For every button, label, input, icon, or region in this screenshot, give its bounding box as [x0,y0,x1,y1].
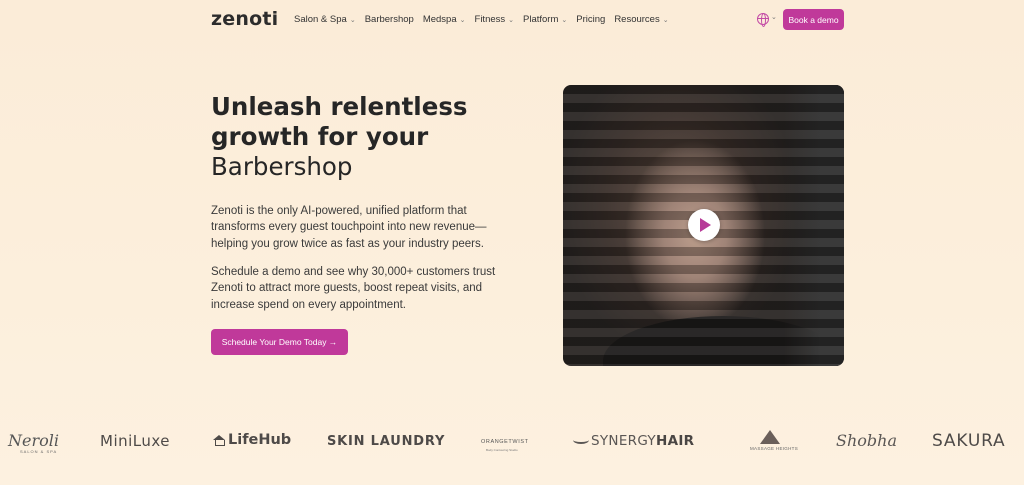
shobha-logo: Shobha [836,431,897,450]
globe-icon[interactable] [757,13,769,27]
menu-item-platform[interactable]: Platform ⌄ [523,14,567,25]
demo-paragraph: Schedule a demo and see why 30,000+ cust… [211,264,516,313]
menu-label: Salon & Spa [294,14,347,25]
swoosh-icon [573,436,589,444]
mountain-icon [760,430,780,444]
menu-label: Resources [614,14,660,25]
menu-item-fitness[interactable]: Fitness ⌄ [475,14,515,25]
menu-item-barbershop[interactable]: Barbershop [365,14,414,25]
paragraph-line: increase spend on every appointment. [211,298,406,311]
menu-label: Fitness [474,14,506,25]
paragraph-line: transforms every guest touchpoint into n… [211,221,487,234]
chevron-down-icon: ⌄ [508,16,515,24]
main-menu: Salon & Spa ⌄ Barbershop Medspa ⌄ Fitness ⌄… [294,14,678,25]
chevron-down-icon: ⌄ [561,16,568,24]
house-icon [213,435,225,446]
paragraph-line: helping you grow twice as fast as your i… [211,237,484,250]
miniluxe-logo: MiniLuxe [100,432,171,450]
menu-item-medspa[interactable]: Medspa ⌄ [423,14,466,25]
schedule-demo-button[interactable]: Schedule Your Demo Today → [211,329,348,355]
synergy-text: SYNERGY [591,433,656,449]
lifehub-logo: LifeHub [213,432,291,448]
menu-label: Pricing [576,14,606,25]
menu-item-pricing[interactable]: Pricing [576,14,605,25]
headline-line-1: Unleash relentless [211,92,468,121]
paragraph-line: Zenoti to attract more guests, boost rep… [211,282,483,295]
massage-heights-logo: MASSAGE HEIGHTS [750,446,799,451]
chevron-down-icon[interactable]: ⌄ [771,13,777,21]
orange-twist-logo: ORANGETWIST [481,439,529,445]
neroli-logo-subtitle: SALON & SPA [20,449,58,454]
page-title: Unleash relentless growth for your Barbe… [211,92,467,182]
zenoti-logo[interactable]: zenoti [211,8,278,30]
menu-item-salon-spa[interactable]: Salon & Spa ⌄ [294,14,356,25]
paragraph-line: Schedule a demo and see why 30,000+ cust… [211,266,496,278]
hair-text: HAIR [655,433,695,449]
headline-line-2: growth for your [211,122,429,151]
play-icon[interactable] [688,209,720,241]
synergy-hair-logo: SYNERGYHAIR [573,433,694,449]
chevron-down-icon: ⌄ [459,16,466,24]
neroli-logo: Neroli [8,431,59,450]
menu-label: Platform [523,14,559,25]
intro-paragraph: Zenoti is the only AI-powered, unified p… [211,203,516,252]
menu-label: Barbershop [364,14,414,25]
chevron-down-icon: ⌄ [349,16,356,24]
orange-twist-logo-subtitle: Body Contouring Studio [486,448,518,452]
lifehub-logo-text: LifeHub [228,432,292,448]
top-navigation: zenoti Salon & Spa ⌄ Barbershop Medspa ⌄ F… [0,0,1024,40]
sakura-logo: SAKURA [932,431,1006,451]
menu-item-resources[interactable]: Resources ⌄ [614,14,668,25]
book-demo-button[interactable]: Book a demo [783,9,844,30]
headline-line-3: Barbershop [211,152,353,181]
paragraph-line: Zenoti is the only AI-powered, unified p… [211,205,467,217]
chevron-down-icon: ⌄ [662,16,669,24]
skin-laundry-logo: SKIN LAUNDRY [327,434,446,449]
menu-label: Medspa [422,14,457,25]
customer-logos: Neroli SALON & SPA MiniLuxe LifeHub SKIN… [0,425,1024,465]
hero-video[interactable] [563,85,844,366]
